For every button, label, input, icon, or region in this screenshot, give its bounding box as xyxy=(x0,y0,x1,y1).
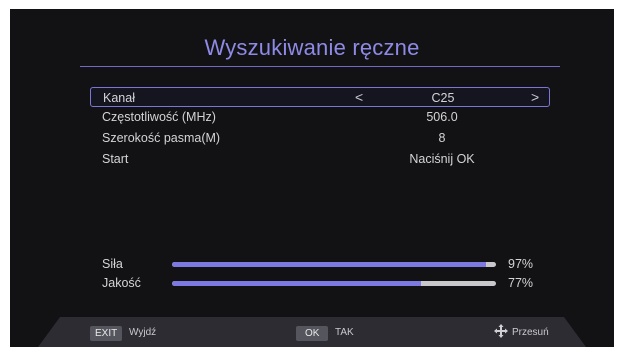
footer-bar: EXIT Wyjdź OK TAK Przesuń xyxy=(38,317,586,347)
start-label: Start xyxy=(102,152,129,166)
title-divider xyxy=(80,66,560,67)
row-bandwidth[interactable]: Szerokość pasma(M) 8 xyxy=(90,128,550,148)
exit-key-label: Wyjdź xyxy=(129,327,157,338)
row-channel[interactable]: Kanał < C25 > xyxy=(90,87,550,107)
frequency-label: Częstotliwość (MHz) xyxy=(102,110,216,124)
move-arrows-icon xyxy=(494,324,508,338)
signal-quality-label: Jakość xyxy=(102,276,141,290)
chevron-right-icon[interactable]: > xyxy=(531,89,539,105)
signal-quality-bar xyxy=(172,281,496,286)
signal-strength-percent: 97% xyxy=(508,257,534,271)
move-label: Przesuń xyxy=(512,327,549,338)
bandwidth-label: Szerokość pasma(M) xyxy=(102,131,221,145)
row-start[interactable]: Start Naciśnij OK xyxy=(90,149,550,169)
ok-key[interactable]: OK xyxy=(296,326,328,341)
page-title: Wyszukiwanie ręczne xyxy=(204,35,420,60)
signal-quality-percent: 77% xyxy=(508,276,534,290)
frequency-value: 506.0 xyxy=(426,110,458,124)
signal-strength-label: Siła xyxy=(102,257,123,271)
exit-key[interactable]: EXIT xyxy=(90,326,122,341)
channel-label: Kanał xyxy=(103,91,135,105)
tv-screen: Wyszukiwanie ręczne Kanał < C25 > Często… xyxy=(10,9,614,347)
signal-strength-fill xyxy=(172,262,487,267)
row-frequency[interactable]: Częstotliwość (MHz) 506.0 xyxy=(90,107,550,127)
ok-key-label: TAK xyxy=(335,327,354,338)
chevron-left-icon[interactable]: < xyxy=(355,89,363,105)
bandwidth-value: 8 xyxy=(438,131,446,145)
signal-quality-fill xyxy=(172,281,422,286)
signal-strength-bar xyxy=(172,262,496,267)
start-value: Naciśnij OK xyxy=(409,152,475,166)
channel-value: C25 xyxy=(431,91,455,105)
